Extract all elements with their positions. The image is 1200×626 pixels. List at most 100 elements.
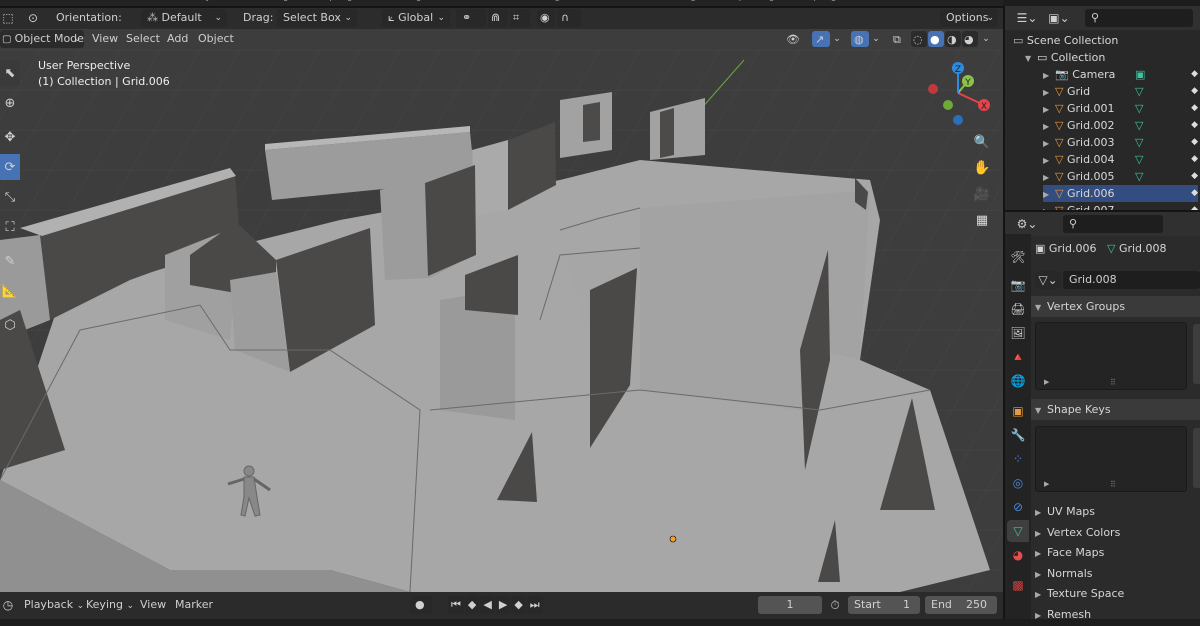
- render-tab-icon[interactable]: 📷: [1007, 274, 1029, 296]
- material-tab-icon[interactable]: ◕: [1007, 544, 1029, 566]
- mesh-data-icon[interactable]: ▽: [1135, 83, 1143, 100]
- start-frame-field[interactable]: Start 1: [848, 596, 920, 614]
- outliner-item-grid-001[interactable]: ▶ ▽ Grid.001 ▽ ◆: [1043, 100, 1198, 117]
- stopwatch-icon[interactable]: ⏱: [826, 596, 844, 614]
- timeline-editor-icon[interactable]: ◷: [0, 596, 16, 614]
- outliner-item-grid-006[interactable]: ▶ ▽ Grid.006 ◆: [1043, 185, 1198, 202]
- options-dropdown[interactable]: Options ⌄: [940, 9, 998, 27]
- vertex-groups-panel-header[interactable]: ▼ Vertex Groups: [1031, 296, 1200, 317]
- marker-menu[interactable]: Marker: [175, 596, 213, 614]
- particles-tab-icon[interactable]: ⁘: [1007, 448, 1029, 470]
- menu-object[interactable]: Object: [198, 30, 234, 48]
- outliner-item-grid-004[interactable]: ▶ ▽ Grid.004 ▽ ◆: [1043, 151, 1198, 168]
- visibility-dropdown[interactable]: 👁: [783, 31, 809, 47]
- mesh-data-tab-icon[interactable]: ▽: [1007, 520, 1029, 542]
- measure-tool-icon[interactable]: 📐: [0, 278, 20, 304]
- expand-arrow-icon[interactable]: ▼: [1025, 50, 1037, 67]
- cursor-tool-icon[interactable]: ⊕: [0, 90, 20, 116]
- add-cube-tool-icon[interactable]: ⬡: [0, 312, 20, 338]
- properties-editor-icon[interactable]: ⚙⌄: [1013, 215, 1041, 233]
- select-tool-icon[interactable]: ⬉: [0, 60, 20, 86]
- panel-vertex-colors[interactable]: ▶ Vertex Colors: [1031, 523, 1200, 543]
- select-box-icon[interactable]: ⬚: [0, 9, 16, 27]
- outliner-item-grid-002[interactable]: ▶ ▽ Grid.002 ▽ ◆: [1043, 117, 1198, 134]
- object-tab-icon[interactable]: ▣: [1007, 400, 1029, 422]
- display-mode-icon[interactable]: ▣⌄: [1045, 9, 1073, 27]
- orientation-dropdown[interactable]: ⁂ Default ⌄: [141, 9, 227, 27]
- visibility-eye-icon[interactable]: ◆: [1191, 134, 1198, 151]
- expand-arrow-icon[interactable]: ▶: [1043, 135, 1055, 152]
- modifier-tab-icon[interactable]: 🔧: [1007, 424, 1029, 446]
- visibility-eye-icon[interactable]: ◆: [1191, 66, 1198, 83]
- prev-keyframe-icon[interactable]: ◆: [464, 596, 480, 614]
- play-reverse-icon[interactable]: ◀: [480, 596, 495, 614]
- expand-arrow-icon[interactable]: ▶: [1043, 118, 1055, 135]
- visibility-eye-icon[interactable]: ◆: [1191, 117, 1198, 134]
- expand-arrow-icon[interactable]: ▶: [1044, 480, 1049, 488]
- outliner-item-camera[interactable]: ▶ 📷 Camera ▣ ◆: [1043, 66, 1198, 83]
- scene-collection-row[interactable]: ▭ Scene Collection: [1013, 32, 1200, 49]
- transform-orientation-dropdown[interactable]: ⟀ Global ⌄: [382, 9, 450, 27]
- snap-target-dropdown[interactable]: ⌗: [510, 9, 530, 27]
- output-tab-icon[interactable]: 🖨: [1007, 298, 1029, 320]
- camera-data-icon[interactable]: ▣: [1135, 66, 1145, 83]
- expand-arrow-icon[interactable]: ▶: [1043, 84, 1055, 101]
- properties-search-input[interactable]: ⚲: [1063, 215, 1163, 233]
- gizmo-neg-z-icon[interactable]: [953, 115, 963, 125]
- outliner-item-grid-003[interactable]: ▶ ▽ Grid.003 ▽ ◆: [1043, 134, 1198, 151]
- rotate-tool-icon[interactable]: ⟳: [0, 154, 20, 180]
- shape-keys-side-buttons[interactable]: [1193, 428, 1200, 488]
- panel-normals[interactable]: ▶ Normals: [1031, 564, 1200, 584]
- outliner-search-input[interactable]: ⚲: [1085, 9, 1193, 27]
- view-menu[interactable]: View: [140, 596, 166, 614]
- outliner-item-grid[interactable]: ▶ ▽ Grid ▽ ◆: [1043, 83, 1198, 100]
- outliner-editor-icon[interactable]: ☰⌄: [1013, 9, 1041, 27]
- pivot-dropdown[interactable]: ⚭: [456, 9, 486, 27]
- mesh-browse-icon[interactable]: ▽⌄: [1035, 271, 1061, 289]
- visibility-eye-icon[interactable]: ◆: [1191, 83, 1198, 100]
- drag-dropdown[interactable]: Select Box ⌄: [277, 9, 357, 27]
- shading-material[interactable]: ◑: [945, 31, 961, 47]
- vertex-groups-list[interactable]: ▶ ⠿: [1035, 322, 1187, 390]
- transform-pivot-icon[interactable]: ⊙: [22, 9, 44, 27]
- record-toggle[interactable]: ●: [410, 596, 432, 614]
- visibility-eye-icon[interactable]: ◆: [1191, 100, 1198, 117]
- visibility-eye-icon[interactable]: ◆: [1191, 185, 1198, 202]
- visibility-eye-icon[interactable]: ◆: [1191, 168, 1198, 185]
- mesh-name-field[interactable]: Grid.008: [1063, 271, 1200, 289]
- expand-arrow-icon[interactable]: ▶: [1044, 378, 1049, 386]
- menu-select[interactable]: Select: [126, 30, 160, 48]
- shape-keys-panel-header[interactable]: ▼ Shape Keys: [1031, 399, 1200, 420]
- mesh-data-icon[interactable]: ▽: [1135, 134, 1143, 151]
- tool-tab-icon[interactable]: 🛠: [1007, 246, 1029, 268]
- playback-menu[interactable]: Playback ⌄: [24, 596, 84, 614]
- visibility-eye-icon[interactable]: ◆: [1191, 151, 1198, 168]
- panel-uv-maps[interactable]: ▶ UV Maps: [1031, 502, 1200, 522]
- annotate-tool-icon[interactable]: ✎: [0, 248, 20, 274]
- mesh-data-icon[interactable]: ▽: [1135, 117, 1143, 134]
- move-tool-icon[interactable]: ✥: [0, 124, 20, 150]
- zoom-icon[interactable]: 🔍: [970, 130, 994, 154]
- texture-tab-icon[interactable]: ▩: [1007, 574, 1029, 596]
- hand-pan-icon[interactable]: ✋: [970, 156, 994, 180]
- menu-add[interactable]: Add: [167, 30, 188, 48]
- world-tab-icon[interactable]: 🌐: [1007, 370, 1029, 392]
- mode-dropdown[interactable]: ▢ Object Mode ⌄: [0, 30, 84, 48]
- current-frame-field[interactable]: 1: [758, 596, 822, 614]
- jump-end-icon[interactable]: ⏭: [526, 596, 543, 614]
- navigation-gizmo[interactable]: X Y Z: [920, 58, 1000, 133]
- viewport-3d[interactable]: User Perspective (1) Collection | Grid.0…: [0, 50, 1003, 592]
- expand-arrow-icon[interactable]: ▶: [1043, 186, 1055, 203]
- jump-start-icon[interactable]: ⏮: [448, 596, 464, 614]
- falloff-dropdown[interactable]: ∩: [557, 9, 581, 27]
- scene-tab-icon[interactable]: 🔺: [1007, 346, 1029, 368]
- expand-arrow-icon[interactable]: ▶: [1043, 169, 1055, 186]
- transform-tool-icon[interactable]: ⛶: [0, 214, 20, 240]
- mesh-data-icon[interactable]: ▽: [1135, 100, 1143, 117]
- gizmo-neg-y-icon[interactable]: [943, 100, 953, 110]
- physics-tab-icon[interactable]: ◎: [1007, 472, 1029, 494]
- scale-tool-icon[interactable]: ⤡: [0, 184, 20, 210]
- constraints-tab-icon[interactable]: ⊘: [1007, 496, 1029, 518]
- end-frame-field[interactable]: End 250: [925, 596, 997, 614]
- expand-arrow-icon[interactable]: ▶: [1043, 101, 1055, 118]
